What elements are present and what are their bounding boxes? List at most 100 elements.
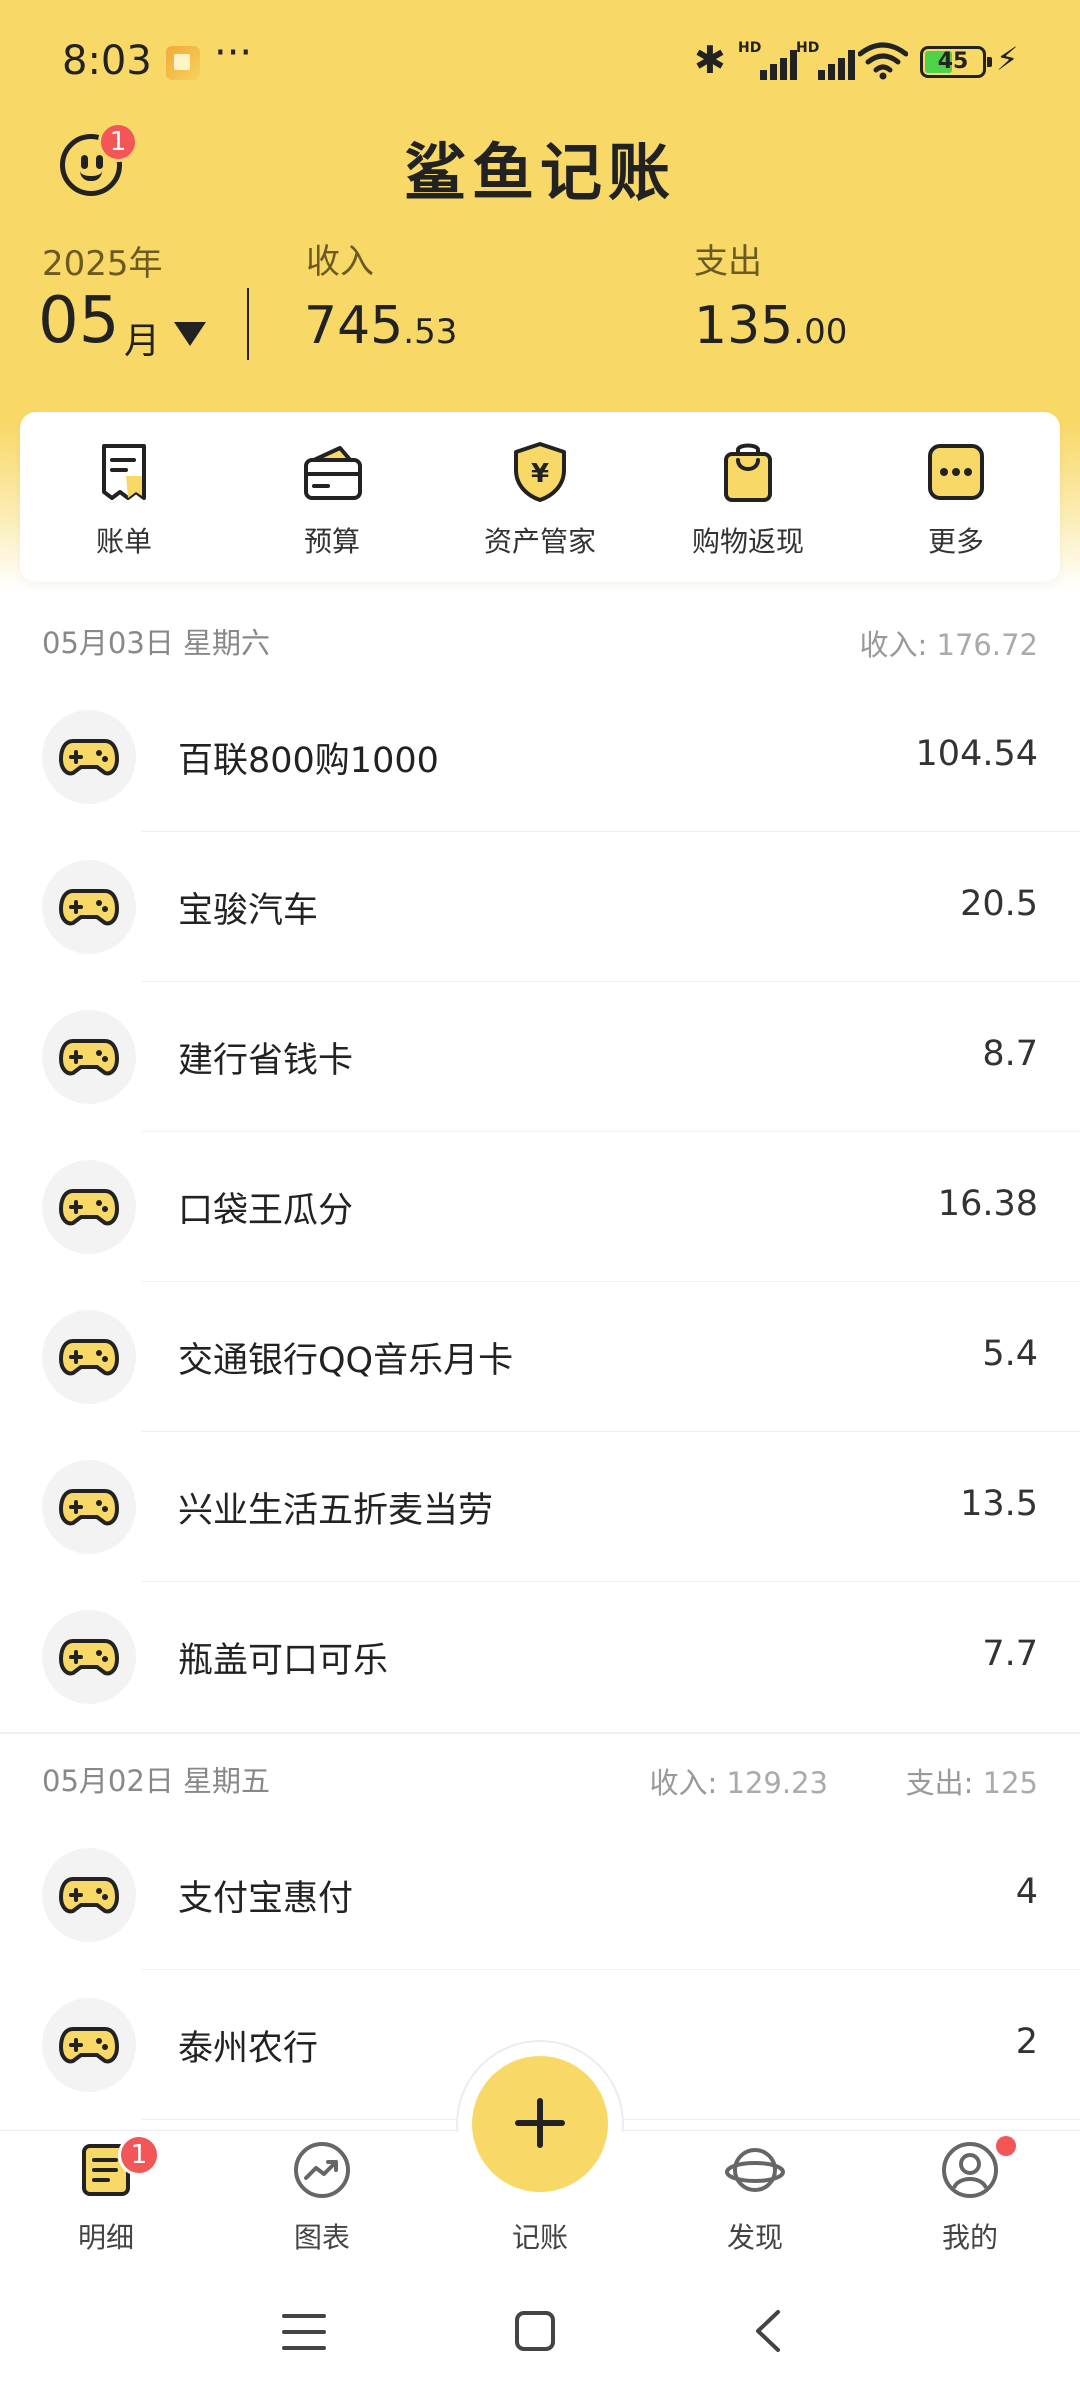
tab-label: 我的 — [941, 2221, 998, 2254]
income-label: 收入 — [306, 242, 374, 282]
quick-menu-card: 账单 预算 ¥ 资产管家 购物返现 更多 — [20, 412, 1060, 582]
transaction-amount: 104.54 — [915, 734, 1038, 774]
transaction-list[interactable]: 05月03日 星期六 收入: 176.72 百联800购1000 104.54 宝骏… — [0, 596, 1080, 2130]
expense-amount: 135.00 — [694, 296, 848, 356]
category-icon-circle — [42, 1848, 136, 1942]
transaction-amount: 13.5 — [960, 1484, 1038, 1524]
expense-label: 支出 — [694, 242, 762, 282]
user-profile-icon — [942, 2142, 998, 2198]
category-icon-circle — [42, 710, 136, 804]
income-amount: 745.53 — [304, 296, 458, 356]
menu-item-more[interactable]: 更多 — [852, 412, 1060, 582]
menu-label: 预算 — [303, 525, 360, 558]
month-unit: 月 — [124, 321, 161, 362]
menu-label: 更多 — [927, 525, 984, 558]
month-value[interactable]: 05 — [38, 284, 119, 358]
status-more-text: ··· — [214, 30, 253, 76]
svg-text:¥: ¥ — [531, 459, 549, 489]
tab-mine[interactable]: 我的 — [880, 2130, 1060, 2280]
transaction-row[interactable]: 建行省钱卡 8.7 — [0, 982, 1080, 1132]
menu-icon[interactable] — [282, 2312, 326, 2352]
gamepad-icon — [59, 1039, 119, 1076]
bluetooth-icon: ✱ — [694, 38, 726, 82]
day-header: 05月03日 星期六 收入: 176.72 — [0, 596, 1080, 682]
tab-label: 发现 — [726, 2221, 783, 2254]
tab-discover[interactable]: 发现 — [665, 2130, 845, 2280]
tab-charts[interactable]: 图表 — [232, 2130, 412, 2280]
menu-label: 购物返现 — [691, 525, 804, 558]
day-date: 05月02日 星期五 — [42, 1764, 271, 1798]
category-icon-circle — [42, 1460, 136, 1554]
category-icon-circle — [42, 1010, 136, 1104]
gamepad-icon — [59, 889, 119, 926]
menu-item-budget[interactable]: 预算 — [228, 412, 436, 582]
charging-icon: ⚡ — [996, 40, 1019, 78]
transaction-amount: 4 — [1015, 1872, 1038, 1912]
app-title: 鲨鱼记账 — [403, 136, 676, 209]
chart-trend-icon — [294, 2142, 350, 2198]
transaction-row[interactable]: 宝骏汽车 20.5 — [0, 832, 1080, 982]
gamepad-icon — [59, 1877, 119, 1914]
signal-1-icon: HD — [738, 40, 802, 80]
transaction-row[interactable]: 支付宝惠付 4 — [0, 1820, 1080, 1970]
category-icon-circle — [42, 1310, 136, 1404]
transaction-row[interactable]: 交通银行QQ音乐月卡 5.4 — [0, 1282, 1080, 1432]
category-icon-circle — [42, 1610, 136, 1704]
tab-record[interactable]: 记账 — [450, 2130, 630, 2280]
transaction-amount: 5.4 — [982, 1334, 1038, 1374]
signal-2-icon: HD — [796, 40, 860, 80]
new-indicator-dot — [996, 2136, 1016, 2156]
transaction-amount: 16.38 — [937, 1184, 1038, 1224]
year-label[interactable]: 2025年 — [42, 236, 163, 285]
asset-shield-icon: ¥ — [514, 442, 566, 502]
planet-icon — [725, 2148, 785, 2192]
notification-app-icon — [166, 46, 200, 80]
transaction-name: 支付宝惠付 — [178, 1879, 354, 1919]
home-icon[interactable] — [514, 2310, 556, 2352]
transaction-name: 交通银行QQ音乐月卡 — [178, 1341, 514, 1381]
gamepad-icon — [59, 1639, 119, 1676]
transaction-row[interactable]: 兴业生活五折麦当劳 13.5 — [0, 1432, 1080, 1582]
transaction-name: 宝骏汽车 — [178, 891, 319, 931]
transaction-name: 百联800购1000 — [178, 741, 439, 781]
transaction-name: 兴业生活五折麦当劳 — [178, 1491, 494, 1531]
day-expense-summary: 支出: 125 — [905, 1766, 1038, 1800]
transaction-amount: 8.7 — [982, 1034, 1038, 1074]
more-icon — [928, 444, 984, 500]
battery-level: 45 — [937, 49, 969, 74]
detail-badge: 1 — [118, 2134, 160, 2176]
tab-label: 记账 — [511, 2221, 568, 2254]
gamepad-icon — [59, 2027, 119, 2064]
transaction-row[interactable]: 瓶盖可口可乐 7.7 — [0, 1582, 1080, 1732]
status-time: 8:03 — [62, 38, 152, 84]
gamepad-icon — [59, 1339, 119, 1376]
transaction-name: 口袋王瓜分 — [178, 1191, 354, 1231]
transaction-row[interactable]: 口袋王瓜分 16.38 — [0, 1132, 1080, 1282]
status-bar: 8:03 ··· ✱ HD HD 45 ⚡ — [0, 0, 1080, 120]
menu-item-bill[interactable]: 账单 — [20, 412, 228, 582]
menu-item-asset-manager[interactable]: ¥ 资产管家 — [436, 412, 644, 582]
day-income-summary: 收入: 129.23 — [649, 1766, 828, 1800]
gamepad-icon — [59, 739, 119, 776]
transaction-row[interactable]: 百联800购1000 104.54 — [0, 682, 1080, 832]
menu-label: 账单 — [95, 525, 152, 558]
back-icon[interactable] — [750, 2308, 784, 2354]
shopping-bag-icon — [724, 443, 772, 502]
transaction-name: 瓶盖可口可乐 — [178, 1641, 389, 1681]
tab-label: 图表 — [293, 2221, 350, 2254]
day-date: 05月03日 星期六 — [42, 626, 271, 660]
caret-down-icon[interactable] — [174, 322, 206, 346]
category-icon-circle — [42, 860, 136, 954]
battery-icon: 45 — [920, 46, 992, 78]
transaction-name: 泰州农行 — [178, 2029, 319, 2069]
transaction-amount: 20.5 — [960, 884, 1038, 924]
tab-label: 明细 — [77, 2221, 134, 2254]
menu-item-shopping-cashback[interactable]: 购物返现 — [644, 412, 852, 582]
category-icon-circle — [42, 1998, 136, 2092]
day-header: 05月02日 星期五 收入: 129.23 支出: 125 — [0, 1734, 1080, 1820]
tab-detail[interactable]: 明细 — [16, 2130, 196, 2280]
category-icon-circle — [42, 1160, 136, 1254]
system-nav-bar — [0, 2280, 1080, 2400]
transaction-name: 建行省钱卡 — [178, 1041, 354, 1081]
gamepad-icon — [59, 1189, 119, 1226]
